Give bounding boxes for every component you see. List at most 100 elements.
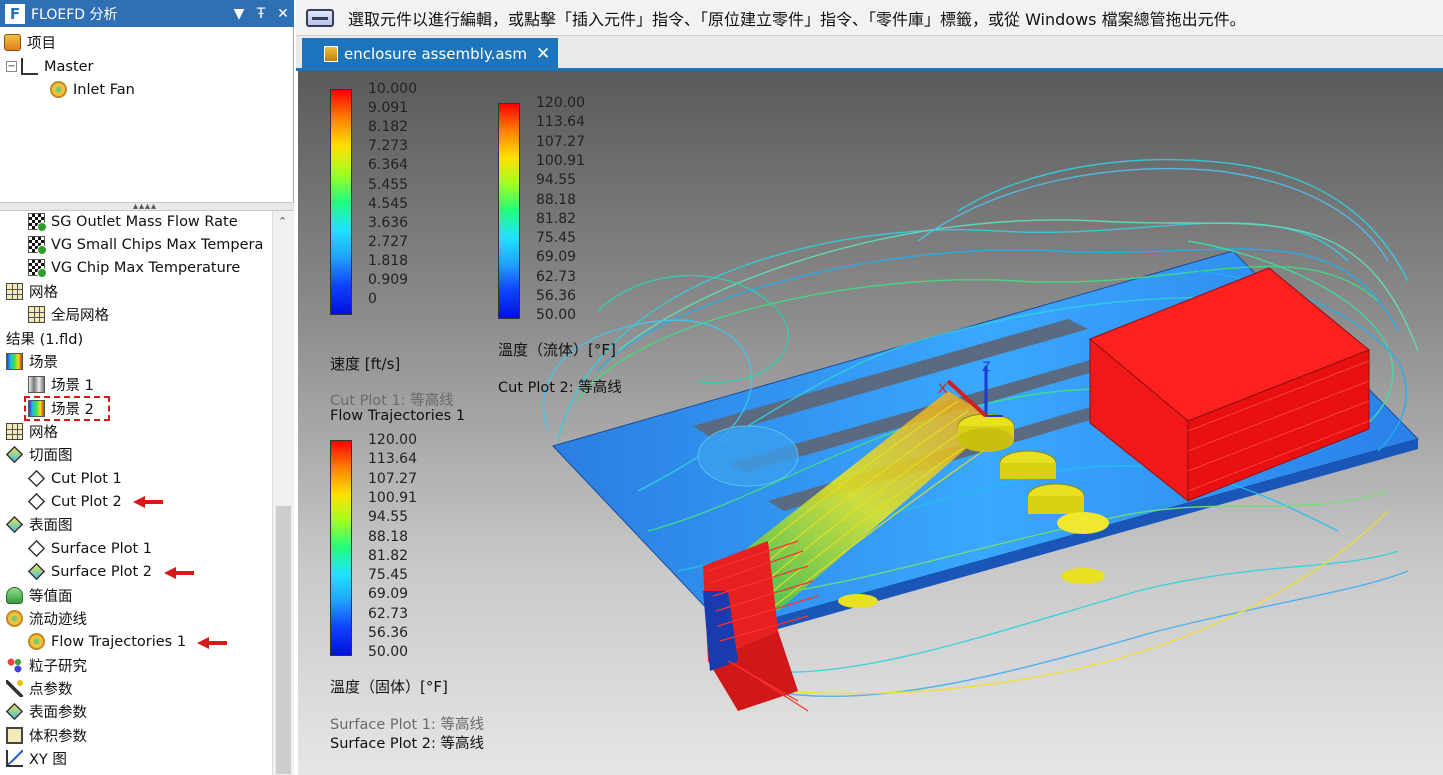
axis-label-x: X — [938, 380, 948, 396]
legend-solid-temperature-label: 溫度（固体）[°F] — [330, 678, 448, 696]
tree-item-point-params[interactable]: 点参数 — [6, 677, 73, 700]
tree-item-master[interactable]: − Master — [6, 55, 94, 78]
master-icon — [21, 58, 38, 75]
colorbar-tick-label: 56.36 — [368, 625, 409, 641]
tree-item-label: Inlet Fan — [73, 81, 135, 98]
panel-close-button[interactable]: ✕ — [272, 6, 294, 22]
tree-item-mesh-results[interactable]: 网格 — [6, 420, 58, 443]
tree-item-surface-plot-2[interactable]: Surface Plot 2 — [27, 560, 153, 583]
tree-item-mesh[interactable]: 网格 — [6, 280, 58, 303]
graphics-viewport[interactable]: Z X 10.000 9.091 8.182 7.273 6.364 5.455 4.545… — [298, 71, 1443, 775]
tree-item-label: VG Chip Max Temperature — [51, 259, 241, 276]
tab-enclosure-assembly[interactable]: enclosure assembly.asm ✕ — [302, 38, 558, 70]
colorbar-tick-label: 81.82 — [536, 210, 577, 227]
colorbar-tick-label: 69.09 — [368, 586, 409, 603]
tree-item-isosurfaces[interactable]: 等值面 — [6, 584, 73, 607]
colorbar-tick-label: 94.55 — [536, 172, 577, 189]
surface-plot-icon — [5, 515, 24, 534]
tree-item-label: Surface Plot 2 — [51, 563, 153, 580]
flow-trajectory-icon — [6, 610, 23, 627]
scene-icon — [6, 353, 23, 370]
scroll-up-icon[interactable]: ⌃ — [278, 215, 287, 228]
colorbar-tick-label: 8.182 — [368, 119, 409, 136]
tree-item-label: 网格 — [29, 285, 58, 301]
goal-flag-icon — [28, 236, 47, 255]
colorbar-solid-temperature — [330, 440, 352, 656]
colorbar-tick-label: 10.000 — [368, 81, 417, 97]
colorbar-tick-label: 50.00 — [368, 644, 409, 661]
scrollbar-thumb[interactable] — [276, 506, 291, 774]
tree-item-cut-plot-2[interactable]: Cut Plot 2 — [27, 490, 122, 513]
tree-item-surface-plot-1[interactable]: Surface Plot 1 — [27, 537, 153, 560]
mesh-icon — [6, 283, 23, 300]
tree-item-label: 网格 — [29, 425, 58, 441]
tree-item-label: 场景 — [29, 355, 58, 371]
colorbar-tick-label: 120.00 — [368, 432, 417, 448]
tree-item-label: Cut Plot 2 — [51, 493, 122, 510]
fan-icon — [50, 81, 67, 98]
cut-plot-icon — [27, 469, 46, 488]
red-arrow-icon — [133, 496, 163, 508]
colorbar-tick-label: 81.82 — [368, 547, 409, 564]
colorbar-tick-label: 7.273 — [368, 138, 409, 155]
panel-dropdown-button[interactable]: ▼ — [228, 6, 250, 22]
colorbar-tick-label: 88.18 — [536, 191, 577, 208]
colorbar-tick-label: 75.45 — [536, 230, 577, 247]
colorbar-tick-label: 107.27 — [536, 133, 585, 150]
tree-item-surface-params[interactable]: 表面参数 — [5, 700, 87, 723]
tree-scrollbar[interactable]: ⌃ — [272, 211, 294, 775]
tree-item-label: Cut Plot 1 — [51, 470, 122, 487]
tree-item-scenes[interactable]: 场景 — [6, 350, 58, 373]
red-arrow-icon — [197, 637, 227, 649]
tree-item-label: 全局网格 — [51, 308, 109, 324]
tree-item-results[interactable]: 结果 (1.fld) — [6, 327, 83, 350]
tree-item-volume-params[interactable]: 体积参数 — [6, 724, 87, 747]
tree-item-label: 等值面 — [29, 589, 73, 605]
tree-item-label: Flow Trajectories 1 — [51, 633, 187, 650]
tree-item-scene-1[interactable]: 场景 1 — [28, 373, 94, 396]
tree-item-goal-small-chips[interactable]: VG Small Chips Max Tempera — [28, 233, 263, 256]
volume-params-icon — [6, 727, 23, 744]
tree-item-goal-outlet[interactable]: SG Outlet Mass Flow Rate — [28, 210, 238, 233]
colorbar-tick-label: 9.091 — [368, 100, 409, 117]
tree-item-goal-chip-max[interactable]: VG Chip Max Temperature — [28, 256, 240, 279]
tree-item-label: Surface Plot 1 — [51, 540, 153, 557]
collapse-icon[interactable]: − — [6, 61, 17, 72]
tree-item-xy-plot[interactable]: XY 图 — [6, 747, 67, 770]
tree-item-flow-trajectories[interactable]: 流动迹线 — [6, 607, 87, 630]
cut-plot-icon — [5, 445, 24, 464]
flow-simulation-render: Z X — [542, 158, 1419, 712]
colorbar-tick-label: 113.64 — [368, 451, 417, 468]
colorbar-tick-label: 50.00 — [536, 307, 577, 324]
colorbar-tick-label: 62.73 — [368, 605, 409, 622]
message-bar: 選取元件以進行編輯，或點擊「插入元件」指令、「原位建立零件」指令、「零件庫」標籤… — [296, 0, 1443, 36]
tree-item-global-mesh[interactable]: 全局网格 — [28, 303, 109, 326]
close-tab-button[interactable]: ✕ — [536, 44, 558, 64]
tree-item-particle-study[interactable]: 粒子研究 — [6, 654, 87, 677]
tree-item-inlet-fan[interactable]: Inlet Fan — [50, 78, 135, 101]
colorbar-tick-label: 107.27 — [368, 470, 417, 487]
tree-item-label: 点参数 — [29, 682, 73, 698]
tree-item-project[interactable]: 项目 — [4, 31, 56, 54]
tree-item-surface-plots[interactable]: 表面图 — [5, 513, 73, 536]
tree-item-label: 流动迹线 — [29, 612, 87, 628]
colorbar-tick-label: 100.91 — [536, 152, 585, 169]
tree-item-cut-plot-1[interactable]: Cut Plot 1 — [27, 467, 122, 490]
floefd-logo-icon: F — [5, 3, 25, 24]
tree-item-cut-plots[interactable]: 切面图 — [5, 443, 73, 466]
tree-item-label: 场景 1 — [51, 378, 94, 394]
goal-flag-icon — [28, 213, 47, 232]
tree-item-label: XY 图 — [29, 752, 67, 768]
panel-pin-button[interactable]: Ŧ — [250, 6, 272, 22]
colorbar-fluid-temperature — [498, 103, 520, 319]
legend-fluid-temperature-label: 溫度（流体）[°F] — [498, 341, 616, 359]
tree-item-label: 表面图 — [29, 518, 73, 534]
tree-item-label: 体积参数 — [29, 729, 87, 745]
tree-item-flow-trajectories-1[interactable]: Flow Trajectories 1 — [28, 630, 186, 653]
colorbar-velocity — [330, 89, 352, 315]
status-message: 選取元件以進行編輯，或點擊「插入元件」指令、「原位建立零件」指令、「零件庫」標籤… — [348, 9, 1246, 29]
legend-velocity-label: 速度 [ft/s] — [330, 355, 401, 373]
legend-velocity-sub1: Cut Plot 1: 等高线 — [330, 393, 454, 409]
colorbar-tick-label: 6.364 — [368, 157, 409, 174]
cut-plot-icon — [27, 492, 46, 511]
